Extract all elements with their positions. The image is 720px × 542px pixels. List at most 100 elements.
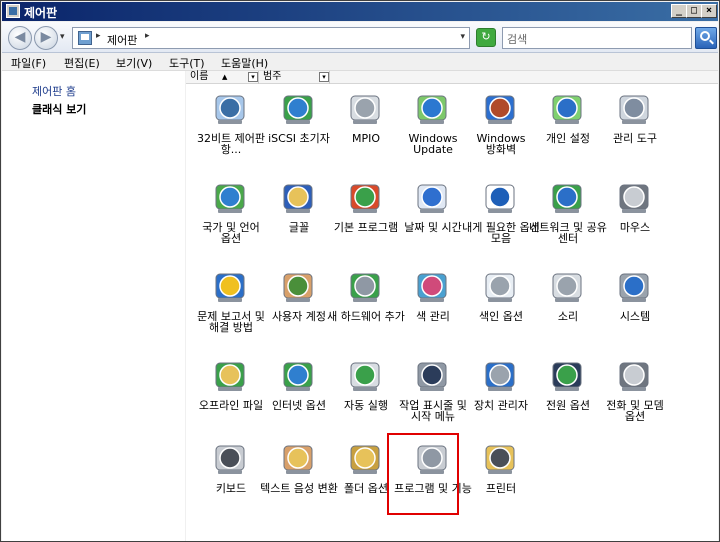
control-panel-item[interactable]: 프린터 [466,435,536,517]
selection-highlight [387,433,459,515]
item-label: 국가 및 언어 옵션 [202,221,260,245]
item-label: 작업 표시줄 및 시작 메뉴 [399,399,467,423]
taskbar-start-menu-icon [413,356,453,396]
windows-update-icon [413,89,453,129]
control-panel-item[interactable]: Windows 방화벽 [466,85,536,167]
item-label: 오프라인 파일 [198,399,264,412]
control-panel-item[interactable]: 소리 [533,263,603,345]
recent-pages-dropdown[interactable]: ▾ [60,32,65,42]
control-panel-item[interactable]: 관리 도구 [600,85,670,167]
forward-arrow-icon: ▶ [40,29,52,45]
control-panel-item[interactable]: 네트워크 및 공유 센터 [529,174,607,256]
column-name[interactable]: 이름 ▲ ▾ [186,71,259,84]
control-panel-item[interactable]: 오프라인 파일 [196,352,266,434]
control-panel-item[interactable]: 텍스트 음성 변환 [260,435,338,517]
folder-options-icon [346,439,386,479]
control-panel-item[interactable]: 장치 관리자 [466,352,536,434]
text-to-speech-icon [279,439,319,479]
iscsi-initiator-icon [279,89,319,129]
task-pane: 제어판 홈 클래식 보기 [2,71,185,541]
control-panel-item[interactable]: 마우스 [600,174,670,256]
network-sharing-icon [548,178,588,218]
control-panel-item[interactable]: 32비트 제어판 항... [196,85,266,167]
item-label: 전화 및 모뎀 옵션 [606,399,664,423]
keyboard-icon [211,439,251,479]
control-panel-item[interactable]: MPIO [331,85,401,167]
control-panel-item[interactable]: 날짜 및 시간 [398,174,468,256]
mpio-icon [346,89,386,129]
sort-ascending-icon: ▲ [222,73,228,81]
item-label: 32비트 제어판 항... [196,132,266,156]
menu-view[interactable]: 보기(V) [116,55,152,71]
minimize-button[interactable]: _ [671,4,687,18]
menu-file[interactable]: 파일(F) [11,55,46,71]
control-panel-item[interactable]: 자동 실행 [331,352,401,434]
control-panel-item[interactable]: 키보드 [196,435,266,517]
system-icon [615,267,655,307]
offline-files-icon [211,356,251,396]
address-dropdown-icon[interactable]: ▾ [460,32,465,42]
search-input[interactable]: 검색 [502,27,692,49]
control-panel-item[interactable]: 사용자 계정 [264,263,334,345]
mouse-icon [615,178,655,218]
search-placeholder: 검색 [507,33,528,46]
item-label: 시스템 [619,310,651,323]
column-category-filter-icon[interactable]: ▾ [319,72,329,82]
breadcrumb-arrow-icon[interactable]: ▸ [145,31,150,41]
control-panel-item[interactable]: 작업 표시줄 및 시작 메뉴 [398,352,468,434]
menu-edit[interactable]: 편집(E) [64,55,100,71]
control-panel-item[interactable]: 시스템 [600,263,670,345]
window-title: 제어판 [24,6,58,20]
item-label: 마우스 [619,221,651,234]
control-panel-item[interactable]: 전원 옵션 [533,352,603,434]
control-panel-item[interactable]: 색 관리 [398,263,468,345]
menu-help[interactable]: 도움말(H) [221,55,268,71]
control-panel-item[interactable]: 기본 프로그램 [331,174,401,256]
column-category[interactable]: 범주 ▾ [259,71,330,84]
refresh-button[interactable]: ↻ [476,28,496,47]
column-header: 이름 ▲ ▾ 범주 ▾ [186,71,718,84]
column-name-label: 이름 [190,71,209,82]
problem-reports-icon [211,267,251,307]
control-panel-item[interactable]: 색인 옵션 [466,263,536,345]
search-button[interactable] [695,27,717,49]
control-panel-32bit-icon [211,89,251,129]
control-panel-item[interactable]: 문제 보고서 및 해결 방법 [196,263,266,345]
control-panel-item[interactable]: 전화 및 모뎀 옵션 [600,352,670,434]
default-programs-icon [346,178,386,218]
title-bar[interactable]: 제어판 _ □ × [2,2,718,21]
control-panel-item[interactable]: 인터넷 옵션 [264,352,334,434]
date-time-icon [413,178,453,218]
sidebar-item-control-panel-home[interactable]: 제어판 홈 [32,83,76,99]
ease-of-access-icon [481,178,521,218]
control-panel-item[interactable]: 국가 및 언어 옵션 [196,174,266,256]
indexing-options-icon [481,267,521,307]
item-label: 색 관리 [416,310,450,323]
control-panel-item[interactable]: 새 하드웨어 추가 [327,263,405,345]
control-panel-item[interactable]: 글꼴 [264,174,334,256]
maximize-button[interactable]: □ [686,4,702,18]
item-label: Windows Update [408,132,458,156]
personalization-icon [548,89,588,129]
breadcrumb-control-panel[interactable]: 제어판 [107,32,137,48]
column-category-label: 범주 [263,71,282,82]
power-options-icon [548,356,588,396]
address-bar[interactable]: ▸ 제어판 ▸ ▾ [72,27,470,49]
admin-tools-icon [615,89,655,129]
menu-tools[interactable]: 도구(T) [169,55,205,71]
back-button[interactable]: ◀ [8,26,32,50]
close-button[interactable]: × [701,4,717,18]
user-accounts-icon [279,267,319,307]
column-name-filter-icon[interactable]: ▾ [248,72,258,82]
control-panel-item[interactable]: 내게 필요한 옵션 모음 [462,174,540,256]
sidebar-item-classic-view[interactable]: 클래식 보기 [32,101,86,117]
phone-modem-icon [615,356,655,396]
control-panel-item[interactable]: Windows Update [398,85,468,167]
region-language-icon [211,178,251,218]
breadcrumb-arrow-icon[interactable]: ▸ [96,31,101,41]
control-panel-item[interactable]: iSCSI 초기자 [264,85,334,167]
item-label: 키보드 [215,482,247,495]
control-panel-item[interactable]: 개인 설정 [533,85,603,167]
forward-button[interactable]: ▶ [34,26,58,50]
device-manager-icon [481,356,521,396]
